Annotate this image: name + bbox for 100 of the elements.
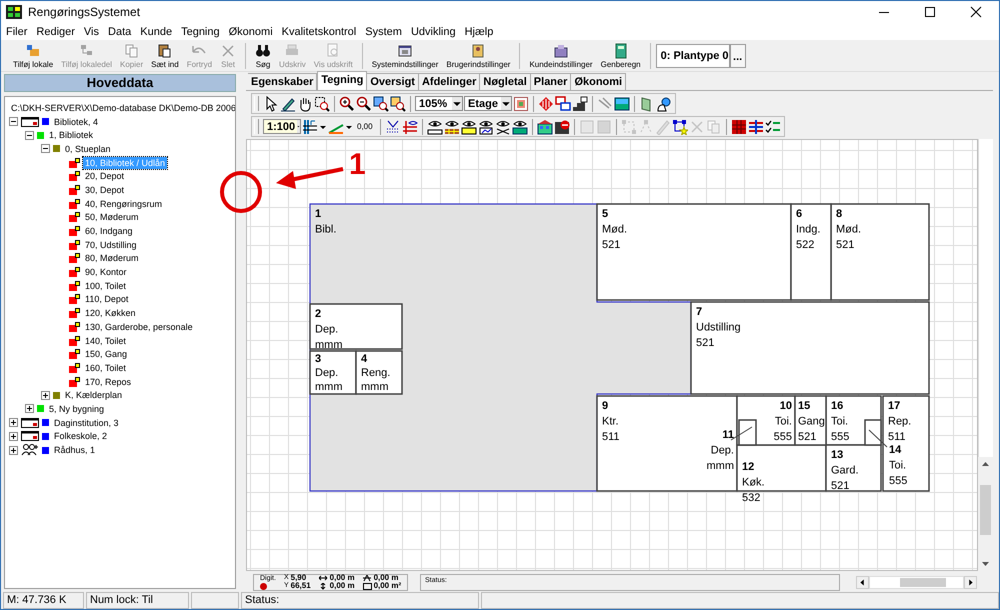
menu-item[interactable]: Kunde [135, 26, 176, 38]
tree-item[interactable]: 150, Gang [83, 348, 130, 360]
dotted-grid-icon[interactable] [384, 118, 401, 134]
expand-icon[interactable] [9, 446, 18, 455]
toolbar-button[interactable]: Systemindstillinger [368, 40, 442, 70]
person-globe-icon[interactable] [656, 96, 672, 112]
eye-bricks-icon[interactable] [444, 118, 460, 134]
dropdown-field[interactable]: Etage [464, 96, 512, 111]
collapse-icon[interactable] [25, 130, 34, 140]
stairs-icon[interactable] [572, 96, 588, 112]
dropdown-field[interactable]: 105% [415, 96, 463, 111]
calendar-icon[interactable] [513, 96, 529, 112]
expand-icon[interactable] [9, 418, 18, 428]
tree-item[interactable]: 90, Kontor [83, 266, 129, 278]
tree-item[interactable]: Daginstitution, 3 [52, 416, 121, 429]
room-outline[interactable] [790, 203, 832, 301]
menu-item[interactable]: Filer [1, 26, 32, 38]
toolbar-button[interactable]: Søg [251, 40, 276, 70]
tree-item[interactable]: 130, Garderobe, personale [83, 320, 195, 333]
tab[interactable]: Tegning [317, 71, 368, 90]
tree-item[interactable]: 30, Depot [83, 184, 126, 196]
tree-item[interactable]: 140, Toilet [83, 334, 128, 347]
lines-icon[interactable] [748, 118, 764, 134]
zoom-window-icon[interactable] [314, 96, 330, 112]
scrollbar-thumb[interactable] [900, 578, 946, 586]
stop-sign-icon[interactable] [554, 118, 570, 134]
tab[interactable]: Egenskaber [248, 73, 318, 90]
tree-item[interactable]: 100, Toilet [83, 280, 128, 292]
tree-item[interactable]: 170, Repos [83, 376, 134, 388]
room-outline[interactable] [794, 395, 827, 446]
plantype-field[interactable]: 0: Plantype 0 [656, 44, 730, 68]
tree-item[interactable]: 5, Ny bygning [47, 402, 106, 415]
room-outline[interactable] [596, 203, 792, 301]
expand-icon[interactable] [9, 432, 18, 441]
zoom-in-icon[interactable] [339, 96, 355, 112]
room-outline[interactable] [830, 203, 930, 301]
toolbar-button[interactable]: Brugerindstillinger [442, 40, 514, 70]
toolbar-button[interactable]: Genberegn [596, 40, 645, 70]
scrollbar-thumb[interactable] [980, 485, 991, 535]
room-outline[interactable] [690, 301, 930, 395]
room-outline[interactable] [309, 350, 357, 395]
room-outline[interactable] [825, 444, 882, 492]
room-outline[interactable] [355, 350, 403, 395]
building-icon[interactable] [536, 118, 553, 134]
tree-item[interactable]: 160, Toilet [83, 362, 128, 374]
tree-item[interactable]: 60, Indgang [83, 225, 135, 238]
collapse-icon[interactable] [41, 144, 50, 154]
room-outline[interactable] [864, 419, 882, 446]
toolbar-button[interactable]: Sæt ind [147, 40, 183, 70]
tree-item[interactable]: 40, Rengøringsrum [83, 198, 164, 210]
tab[interactable]: Afdelinger [418, 73, 480, 90]
menu-item[interactable]: Kvalitetskontrol [276, 26, 360, 38]
pencil-icon[interactable] [280, 96, 296, 112]
collapse-icon[interactable] [9, 117, 18, 126]
checklist-icon[interactable] [764, 118, 781, 134]
tree-item[interactable]: Bibliotek, 4 [52, 116, 100, 128]
browse-button[interactable]: ... [730, 44, 746, 68]
scroll-right-icon[interactable] [964, 576, 977, 588]
tree-item[interactable]: K, Kælderplan [63, 389, 124, 402]
tree-item[interactable]: Rådhus, 1 [52, 444, 98, 456]
eye-landscape-icon[interactable] [512, 118, 528, 134]
room-outline[interactable] [738, 419, 757, 446]
menu-item[interactable]: Tegning [176, 26, 224, 38]
zoom-out-icon[interactable] [356, 96, 372, 112]
room-outline[interactable] [309, 303, 403, 350]
overlapping-squares-icon[interactable] [555, 96, 571, 112]
toolbar-button[interactable]: Kundeindstillinger [525, 40, 597, 70]
eye-chart-icon[interactable] [478, 118, 494, 134]
scroll-left-icon[interactable] [856, 576, 869, 588]
tree-item[interactable]: 120, Køkken [83, 307, 138, 320]
hatched-grid-icon[interactable] [730, 118, 747, 134]
room-outline[interactable] [736, 444, 827, 492]
horizontal-scrollbar[interactable] [856, 576, 977, 588]
toolbar-button[interactable]: Tilføj lokale [9, 40, 58, 70]
tree-item[interactable]: 20, Depot [83, 170, 126, 182]
tab[interactable]: Oversigt [367, 73, 419, 90]
menu-item[interactable]: Data [103, 26, 136, 38]
menu-item[interactable]: Økonomi [224, 26, 277, 38]
tree-item[interactable]: 1, Bibliotek [47, 129, 96, 142]
layers-icon[interactable] [302, 118, 318, 134]
menu-item[interactable]: Vis [78, 26, 104, 38]
tab[interactable]: Nøgletal [480, 73, 531, 90]
menu-item[interactable]: System [360, 26, 406, 38]
menu-item[interactable]: Hjælp [460, 26, 498, 38]
expand-icon[interactable] [25, 404, 34, 414]
room-outline[interactable] [309, 203, 692, 492]
tab[interactable]: Økonomi [571, 73, 626, 90]
tree-item[interactable]: 0, Stueplan [63, 142, 113, 155]
eye-label-icon[interactable] [460, 118, 477, 134]
diamond-icon[interactable] [538, 96, 554, 112]
zoom-fit-icon[interactable] [373, 96, 389, 112]
tree-item[interactable]: 50, Møderum [83, 211, 141, 224]
tree-item[interactable]: 70, Udstilling [83, 238, 139, 251]
tree-item[interactable]: 80, Møderum [83, 252, 141, 264]
tab[interactable]: Planer [530, 73, 572, 90]
zoom-page-icon[interactable] [390, 96, 406, 112]
expand-icon[interactable] [41, 390, 50, 400]
tree-item[interactable]: 110, Depot [83, 293, 130, 306]
nodes-star-icon[interactable] [672, 118, 688, 134]
menu-item[interactable]: Udvikling [406, 26, 460, 38]
